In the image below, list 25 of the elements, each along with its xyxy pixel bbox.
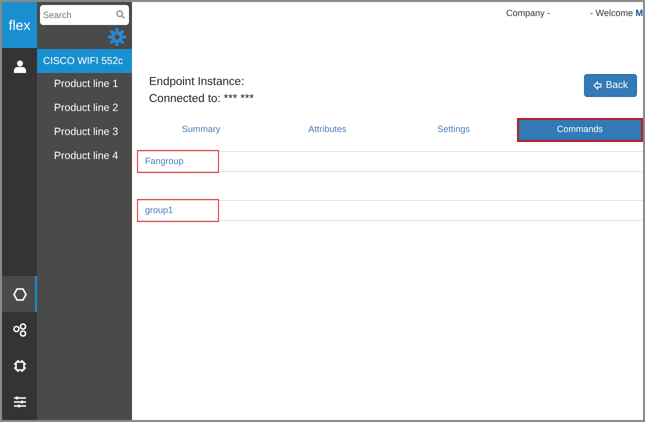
- search-icon: [116, 10, 125, 19]
- tab[interactable]: Commands: [516, 118, 643, 142]
- tab[interactable]: Attributes: [264, 118, 390, 142]
- welcome-text: - Welcome M: [590, 7, 643, 20]
- sidebar-item[interactable]: Product line 4: [37, 145, 132, 169]
- tab[interactable]: Summary: [138, 118, 264, 142]
- company-label: Company -: [506, 7, 550, 20]
- sliders-icon: [12, 396, 26, 408]
- sidebar-item[interactable]: Product line 3: [37, 121, 132, 145]
- connected-to-label: Connected to: *** ***: [149, 92, 254, 107]
- group-link[interactable]: group1: [138, 200, 218, 221]
- sidebar-item[interactable]: Product line 2: [37, 97, 132, 121]
- logo: flex: [2, 2, 37, 48]
- circles-icon: [12, 323, 26, 337]
- sidebar-item[interactable]: CISCO WIFI 552c: [37, 49, 132, 73]
- user-icon: [14, 60, 26, 72]
- search-field[interactable]: Search: [40, 5, 129, 25]
- tab[interactable]: Settings: [390, 118, 517, 142]
- back-arrow-icon: [592, 81, 603, 90]
- group-link[interactable]: Fangroup: [138, 151, 218, 172]
- hexagon-icon: [12, 288, 26, 300]
- endpoint-instance-label: Endpoint Instance:: [149, 75, 246, 90]
- sidebar-item[interactable]: Product line 1: [37, 73, 132, 97]
- chip-icon: [12, 359, 26, 373]
- back-button[interactable]: Back: [584, 74, 637, 97]
